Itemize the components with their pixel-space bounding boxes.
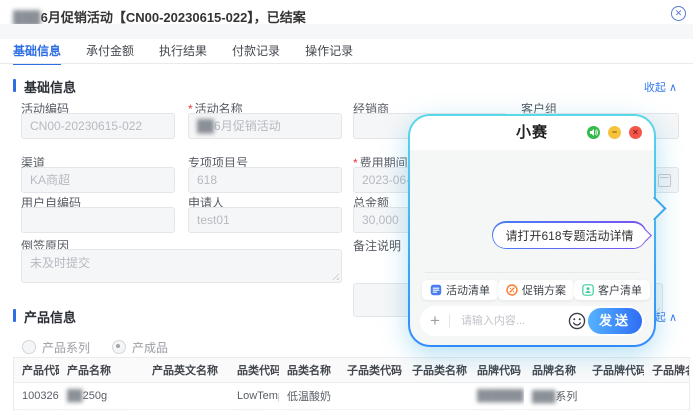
emoji-icon[interactable] [568, 312, 586, 330]
input-divider [449, 314, 450, 328]
chat-input-bar: + 发送 [420, 306, 644, 336]
list-icon [430, 284, 442, 296]
activity-code-input: CN00-20230615-022 [21, 113, 175, 139]
promo-icon [506, 284, 518, 296]
chat-message-bubble: 请打开618专题活动详情 [492, 221, 647, 249]
col-subbrand-name: 子品牌名称 [644, 358, 689, 383]
tab-execution-result[interactable]: 执行结果 [159, 40, 207, 64]
basic-info-section-title: 基础信息 [24, 77, 76, 96]
tab-basic-info[interactable]: 基础信息 [13, 40, 61, 64]
app-window: ███6月促销活动【CN00-20230615-022】，已结案 ✕ 基础信息 … [0, 0, 693, 411]
col-subcategory-name: 子品类名称 [404, 358, 469, 383]
chip-promo-plan[interactable]: 促销方案 [498, 280, 574, 300]
redacted-brand: ███ [13, 10, 41, 25]
header-divider-strip [0, 24, 693, 39]
redacted-text: ███ [532, 391, 555, 403]
section-accent-bar [13, 79, 16, 92]
col-product-en-name: 产品英文名称 [144, 358, 229, 383]
product-type-radio-group: 产品系列 产成品 [22, 339, 168, 356]
chip-activity-list[interactable]: 活动清单 [422, 280, 498, 300]
tab-bar: 基础信息 承付金额 执行结果 付款记录 操作记录 [13, 40, 353, 64]
bubble-tail [639, 229, 652, 242]
customer-icon [582, 284, 594, 296]
tab-commitment-amount[interactable]: 承付金额 [86, 40, 134, 64]
product-table: 产品代码 产品名称 产品英文名称 品类代码 品类名称 子品类代码 子品类名称 品… [13, 357, 690, 411]
col-product-code: 产品代码 [14, 358, 59, 383]
project-number-input: 618 [188, 167, 342, 193]
resize-handle-icon [332, 273, 339, 280]
product-info-section-title: 产品信息 [24, 307, 76, 326]
close-chat-icon[interactable]: ✕ [629, 126, 642, 139]
col-brand-name: 品牌名称 [524, 358, 584, 383]
basic-info-collapse-link[interactable]: 收起 ∧ [644, 79, 677, 95]
attach-plus-icon[interactable]: + [430, 307, 440, 335]
quick-action-chips: 活动清单 促销方案 客户清单 [422, 280, 641, 300]
tabbar-underline [0, 63, 693, 64]
radio-product-series: 产品系列 [22, 339, 90, 356]
close-icon[interactable]: ✕ [671, 6, 686, 21]
channel-input: KA商超 [21, 167, 175, 193]
col-category-name: 品类名称 [279, 358, 339, 383]
voice-icon[interactable] [587, 126, 600, 139]
activity-name-input: ██6月促销活动 [188, 113, 342, 139]
chip-customer-list[interactable]: 客户清单 [574, 280, 650, 300]
col-product-name: 产品名称 [59, 358, 144, 383]
calendar-icon [658, 174, 671, 187]
backdate-reason-textarea: 未及时提交 [21, 249, 342, 283]
col-category-code: 品类代码 [229, 358, 279, 383]
col-brand-code: 品牌代码 [469, 358, 524, 383]
minimize-icon[interactable]: − [608, 126, 621, 139]
radio-icon [22, 340, 36, 354]
remark-label: 备注说明 [353, 237, 401, 254]
chevron-up-icon: ∧ [669, 82, 677, 94]
chat-input[interactable] [459, 314, 568, 328]
redacted-text: ██ [67, 390, 83, 402]
chevron-up-icon: ∧ [669, 312, 677, 324]
redacted-text: ██████ [477, 390, 524, 402]
col-subcategory-code: 子品类代码 [339, 358, 404, 383]
table-header-row: 产品代码 产品名称 产品英文名称 品类代码 品类名称 子品类代码 子品类名称 品… [14, 358, 689, 383]
user-code-input [21, 207, 175, 233]
chat-assistant-panel: 小赛 − ✕ 请打开618专题活动详情 活动清单 [408, 114, 656, 347]
tab-operation-records[interactable]: 操作记录 [305, 40, 353, 64]
table-row: 100326... ██250g LowTemper... 低温酸奶 █████… [14, 383, 689, 410]
redacted-brand: ██ [197, 119, 214, 133]
tab-payment-records[interactable]: 付款记录 [232, 40, 280, 64]
radio-finished-product: 产成品 [112, 339, 168, 356]
applicant-input: test01 [188, 207, 342, 233]
chat-divider [425, 272, 639, 273]
section-accent-bar [13, 309, 16, 322]
col-subbrand-code: 子品牌代码 [584, 358, 644, 383]
send-button[interactable]: 发送 [588, 308, 642, 334]
chat-window-controls: − ✕ [587, 126, 642, 139]
radio-selected-icon [112, 340, 126, 354]
